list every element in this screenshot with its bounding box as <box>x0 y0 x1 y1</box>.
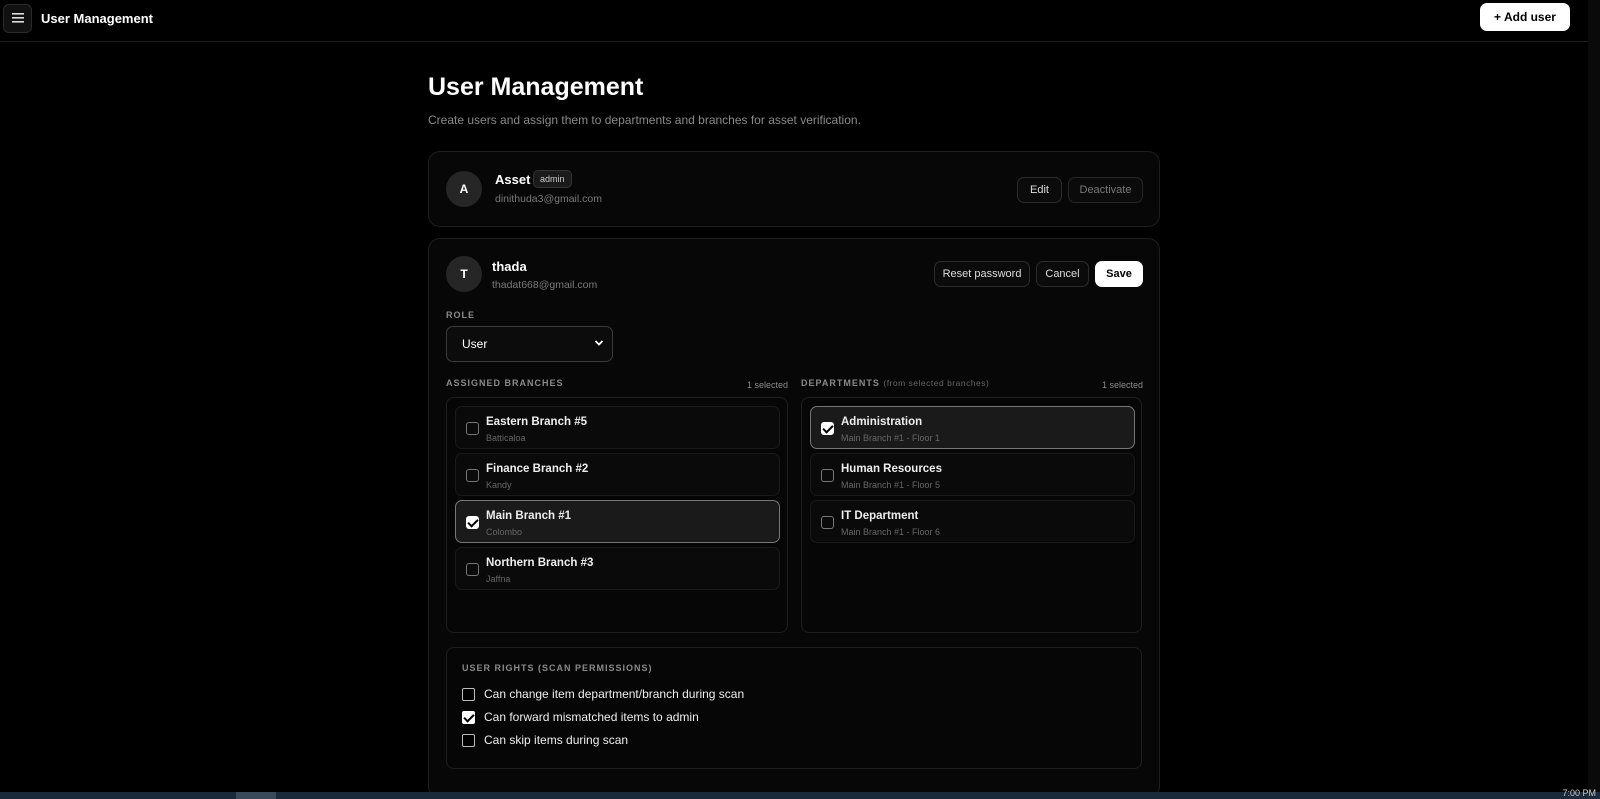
cancel-button[interactable]: Cancel <box>1036 261 1089 287</box>
add-user-button[interactable]: + Add user <box>1480 3 1570 31</box>
department-option[interactable]: IT Department Main Branch #1 - Floor 6 <box>810 500 1135 543</box>
department-name: IT Department <box>841 510 919 522</box>
checkbox[interactable] <box>462 733 475 747</box>
hamburger-icon <box>11 11 24 26</box>
checkbox[interactable] <box>821 516 834 529</box>
department-location: Main Branch #1 - Floor 1 <box>841 433 941 443</box>
avatar: A <box>446 171 482 207</box>
branches-panel: Eastern Branch #5 Batticaloa Finance Bra… <box>446 397 788 633</box>
reset-password-button[interactable]: Reset password <box>934 261 1030 287</box>
checkbox-checked[interactable] <box>462 710 475 724</box>
role-select-value: User <box>462 337 488 351</box>
user-email: dinithuda3@gmail.com <box>495 193 602 205</box>
right-label: Can skip items during scan <box>484 733 629 747</box>
page-subtitle: Create users and assign them to departme… <box>428 113 861 127</box>
right-option[interactable]: Can forward mismatched items to admin <box>462 709 699 725</box>
branch-name: Finance Branch #2 <box>486 463 589 475</box>
branches-label: ASSIGNED BRANCHES <box>446 378 564 388</box>
user-name: Asset <box>495 172 531 187</box>
menu-button[interactable] <box>3 4 32 33</box>
right-option[interactable]: Can skip items during scan <box>462 732 628 748</box>
checkbox-checked[interactable] <box>466 516 479 529</box>
right-label: Can forward mismatched items to admin <box>484 710 699 724</box>
taskbar: 7:00 PM <box>0 788 1600 799</box>
taskbar-item[interactable] <box>236 792 276 799</box>
checkbox[interactable] <box>466 563 479 576</box>
role-select[interactable]: User <box>446 326 613 362</box>
departments-panel: Administration Main Branch #1 - Floor 1 … <box>801 397 1142 633</box>
topbar-title: User Management <box>41 11 153 26</box>
user-rights-panel: USER RIGHTS (SCAN PERMISSIONS) Can chang… <box>446 647 1142 769</box>
department-option[interactable]: Human Resources Main Branch #1 - Floor 5 <box>810 453 1135 496</box>
checkbox-checked[interactable] <box>821 422 834 435</box>
user-card-asset: A Asset admin dinithuda3@gmail.com Edit … <box>428 151 1160 227</box>
save-button[interactable]: Save <box>1095 261 1143 287</box>
departments-sublabel: (from selected branches) <box>883 378 990 388</box>
department-location: Main Branch #1 - Floor 6 <box>841 527 941 537</box>
branch-location: Batticaloa <box>486 433 526 443</box>
taskbar-clock: 7:00 PM <box>1562 788 1596 798</box>
user-name: thada <box>492 259 527 274</box>
top-bar: User Management + Add user <box>0 0 1600 42</box>
user-email: thadat668@gmail.com <box>492 279 598 291</box>
departments-count: 1 selected <box>1102 380 1144 390</box>
branch-location: Jaffna <box>486 574 511 584</box>
branch-location: Colombo <box>486 527 523 537</box>
chevron-down-icon <box>594 338 604 351</box>
branch-name: Eastern Branch #5 <box>486 416 587 428</box>
role-badge: admin <box>533 170 572 188</box>
branch-option[interactable]: Main Branch #1 Colombo <box>455 500 780 543</box>
department-location: Main Branch #1 - Floor 5 <box>841 480 941 490</box>
department-name: Human Resources <box>841 463 942 475</box>
department-name: Administration <box>841 416 923 428</box>
scrollbar[interactable] <box>1588 0 1600 792</box>
branches-count: 1 selected <box>747 380 789 390</box>
right-label: Can change item department/branch during… <box>484 687 745 701</box>
branch-name: Main Branch #1 <box>486 510 571 522</box>
departments-label: DEPARTMENTS (from selected branches) <box>801 378 989 388</box>
checkbox[interactable] <box>821 469 834 482</box>
role-label: ROLE <box>446 310 476 320</box>
branch-location: Kandy <box>486 480 512 490</box>
page-title: User Management <box>428 73 644 101</box>
checkbox[interactable] <box>466 422 479 435</box>
departments-label-text: DEPARTMENTS <box>801 378 880 388</box>
deactivate-button[interactable]: Deactivate <box>1068 177 1143 203</box>
right-option[interactable]: Can change item department/branch during… <box>462 686 744 702</box>
department-option[interactable]: Administration Main Branch #1 - Floor 1 <box>810 406 1135 449</box>
checkbox[interactable] <box>462 687 475 701</box>
branch-option[interactable]: Finance Branch #2 Kandy <box>455 453 780 496</box>
checkbox[interactable] <box>466 469 479 482</box>
branch-option[interactable]: Eastern Branch #5 Batticaloa <box>455 406 780 449</box>
edit-button[interactable]: Edit <box>1017 177 1062 203</box>
avatar: T <box>446 256 482 292</box>
branch-name: Northern Branch #3 <box>486 557 594 569</box>
branch-option[interactable]: Northern Branch #3 Jaffna <box>455 547 780 590</box>
rights-label: USER RIGHTS (SCAN PERMISSIONS) <box>462 663 653 673</box>
